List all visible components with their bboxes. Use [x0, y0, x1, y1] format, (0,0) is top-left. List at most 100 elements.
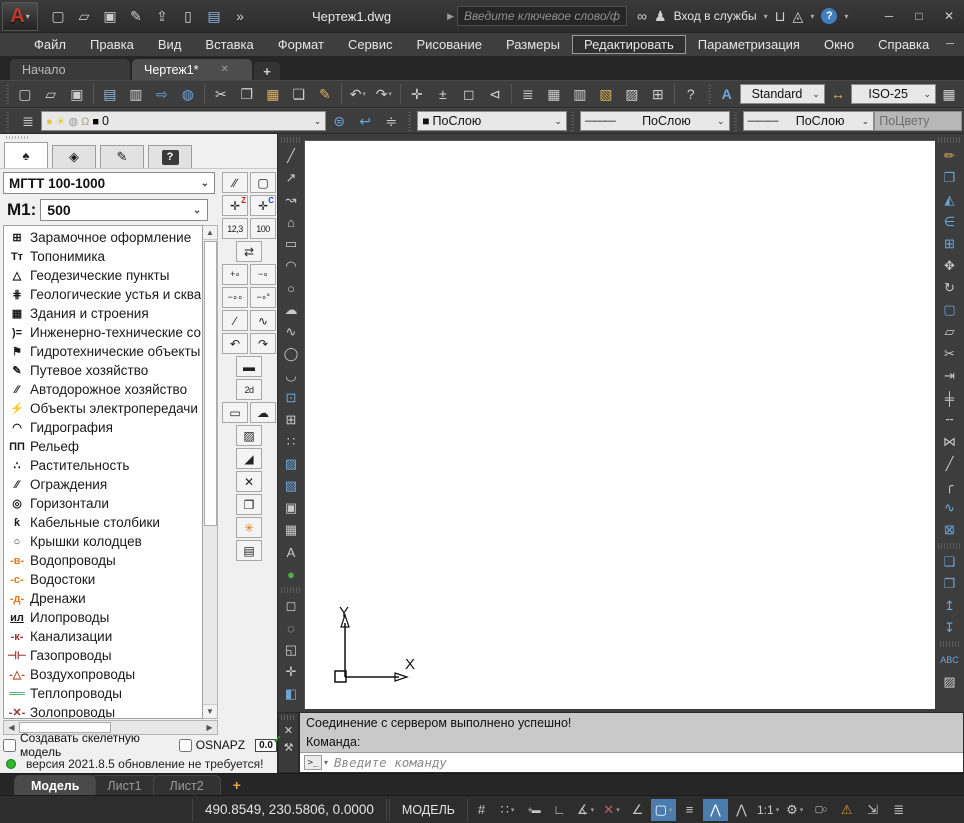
save-icon[interactable]: ▣: [64, 82, 90, 106]
swap-direction-icon[interactable]: ⇄: [236, 241, 262, 262]
scale-combo[interactable]: 500 ⌄: [40, 199, 208, 221]
tree-item-roads[interactable]: ∕∕Автодорожное хозяйство: [4, 380, 202, 399]
offset-icon[interactable]: ∈: [938, 211, 961, 233]
tree-item-sewerage[interactable]: -к-Канализации: [4, 627, 202, 646]
construction-line-icon[interactable]: ↗: [280, 167, 303, 189]
point-elevation-icon[interactable]: 12,3: [222, 218, 248, 239]
layer-color-swatch-icon[interactable]: ■: [92, 116, 99, 128]
save-as-icon[interactable]: ✎: [124, 5, 148, 27]
palette-grip[interactable]: [281, 715, 296, 720]
help-icon[interactable]: ?: [821, 8, 837, 24]
toolbar-grip[interactable]: [570, 111, 577, 130]
tab-classifier[interactable]: ♠: [4, 142, 48, 168]
point-colors-icon[interactable]: ●: [280, 563, 303, 585]
new-icon[interactable]: ▢: [12, 82, 38, 106]
move-icon[interactable]: ✥: [938, 255, 961, 277]
zoom-center-icon[interactable]: ✛: [280, 661, 303, 683]
customization-icon[interactable]: ≣: [886, 799, 911, 821]
tree-item-power-lines[interactable]: ⚡Объекты электропередачи: [4, 399, 202, 418]
object-snap-tracking-icon[interactable]: ∠: [625, 799, 650, 821]
close-button[interactable]: ✕: [934, 3, 964, 29]
hatch-icon[interactable]: ▨: [280, 453, 303, 475]
chevron-down-icon[interactable]: ▾: [324, 758, 328, 767]
toolbar-grip[interactable]: [733, 111, 740, 130]
object-snap-icon[interactable]: ▢▾: [651, 799, 676, 821]
spline-icon[interactable]: ∿: [280, 321, 303, 343]
add-vertex-icon[interactable]: +∘: [222, 264, 248, 285]
zoom-window-icon[interactable]: ◻: [456, 82, 482, 106]
print-preview-icon[interactable]: ▥: [123, 82, 149, 106]
object-network-icon[interactable]: ✳: [236, 517, 262, 538]
tree-item-gas-pipes[interactable]: ⊣⊢Газопроводы: [4, 646, 202, 665]
draw-linear-object-icon[interactable]: ▬: [236, 356, 262, 377]
layer-previous-icon[interactable]: ↩: [352, 109, 378, 133]
text-to-front-icon[interactable]: ABC: [938, 649, 961, 671]
doc-minimize-button[interactable]: ─: [941, 38, 959, 51]
publish-icon[interactable]: ⇨: [149, 82, 175, 106]
command-input[interactable]: [332, 754, 963, 771]
join-icon[interactable]: ⋈: [938, 431, 961, 453]
tab-close-icon[interactable]: ✕: [221, 64, 229, 75]
undo-icon[interactable]: ↶▾: [345, 82, 371, 106]
tree-item-cable-posts[interactable]: ƙКабельные столбики: [4, 513, 202, 532]
help-icon[interactable]: ?: [678, 82, 704, 106]
menu-item-7[interactable]: Рисование: [404, 35, 493, 54]
revision-cloud-icon[interactable]: ☁: [280, 299, 303, 321]
tab-start[interactable]: Начало: [10, 59, 130, 80]
scale-icon[interactable]: ▢: [938, 299, 961, 321]
tab-drawing1[interactable]: Чертеж1* ✕: [132, 59, 252, 80]
tree-item-railway[interactable]: ✎Путевое хозяйство: [4, 361, 202, 380]
tree-item-hydrography[interactable]: ◠Гидрография: [4, 418, 202, 437]
app-menu-button[interactable]: A ▾: [2, 2, 38, 31]
draw-curve-icon[interactable]: ∿: [250, 310, 276, 331]
menu-item-6[interactable]: Сервис: [336, 35, 405, 54]
open-icon[interactable]: ▱: [72, 5, 96, 27]
paste-as-block-icon[interactable]: ❏: [286, 82, 312, 106]
mirror-icon[interactable]: ◭: [938, 189, 961, 211]
skeleton-model-checkbox[interactable]: [3, 739, 16, 752]
menu-item-8[interactable]: Размеры: [494, 35, 572, 54]
tool-palettes-icon[interactable]: ▥: [567, 82, 593, 106]
tree-item-storm-drains[interactable]: -с-Водостоки: [4, 570, 202, 589]
annotation-visibility-icon[interactable]: ⋀: [703, 799, 728, 821]
link-objects-icon[interactable]: ❐: [236, 494, 262, 515]
tree-item-air-ducts[interactable]: -△-Воздухопроводы: [4, 665, 202, 684]
blend-curves-icon[interactable]: ∿: [938, 497, 961, 519]
model-space-button[interactable]: МОДЕЛЬ: [389, 799, 468, 821]
layer-on-icon[interactable]: ●: [46, 116, 53, 128]
tree-item-engineering-networks[interactable]: )=Инженерно-технические со: [4, 323, 202, 342]
copy-clip-icon[interactable]: ❐: [234, 82, 260, 106]
tree-item-vegetation[interactable]: ∴Растительность: [4, 456, 202, 475]
ellipse-icon[interactable]: ◯: [280, 343, 303, 365]
scroll-up-icon[interactable]: ▲: [203, 226, 217, 240]
chevron-down-icon[interactable]: ▾: [810, 12, 814, 21]
tree-vertical-scrollbar[interactable]: ▲ ▼: [203, 225, 218, 719]
text-style-icon[interactable]: A: [714, 82, 740, 106]
tab-edit[interactable]: ✎: [100, 145, 144, 168]
make-block-icon[interactable]: ⊞: [280, 409, 303, 431]
scroll-down-icon[interactable]: ▼: [203, 704, 217, 718]
menu-item-2[interactable]: Правка: [78, 35, 146, 54]
tree-item-contours[interactable]: ◎Горизонтали: [4, 494, 202, 513]
search-expand-icon[interactable]: ▶: [447, 11, 454, 22]
tree-item-ash-pipes[interactable]: -✕-Золопроводы: [4, 703, 202, 719]
properties-icon[interactable]: ≣: [515, 82, 541, 106]
tree-item-toponymy[interactable]: TтТопонимика: [4, 247, 202, 266]
dim-style-icon[interactable]: ↔: [825, 82, 851, 106]
menu-item-5[interactable]: Формат: [266, 35, 336, 54]
binoculars-search-icon[interactable]: ∞: [637, 8, 647, 24]
hatch-to-back-icon[interactable]: ▨: [938, 671, 961, 693]
tree-item-silt-pipes[interactable]: илИлопроводы: [4, 608, 202, 627]
toolbar-grip[interactable]: [281, 587, 302, 593]
copy-icon[interactable]: ❐: [938, 167, 961, 189]
lineweight-icon[interactable]: ≡: [677, 799, 702, 821]
contour-freeform-icon[interactable]: ☁: [250, 402, 276, 423]
tree-item-manhole-covers[interactable]: ○Крышки колодцев: [4, 532, 202, 551]
sheet-set-manager-icon[interactable]: ▧: [593, 82, 619, 106]
signin-button[interactable]: Вход в службы: [674, 9, 757, 23]
tree-item-fences[interactable]: ∕∕Ограждения: [4, 475, 202, 494]
cut-icon[interactable]: ✂: [208, 82, 234, 106]
new-icon[interactable]: ▢: [46, 5, 70, 27]
account-icon[interactable]: ♟: [654, 8, 667, 25]
menu-item-9[interactable]: Редактировать: [572, 35, 686, 54]
